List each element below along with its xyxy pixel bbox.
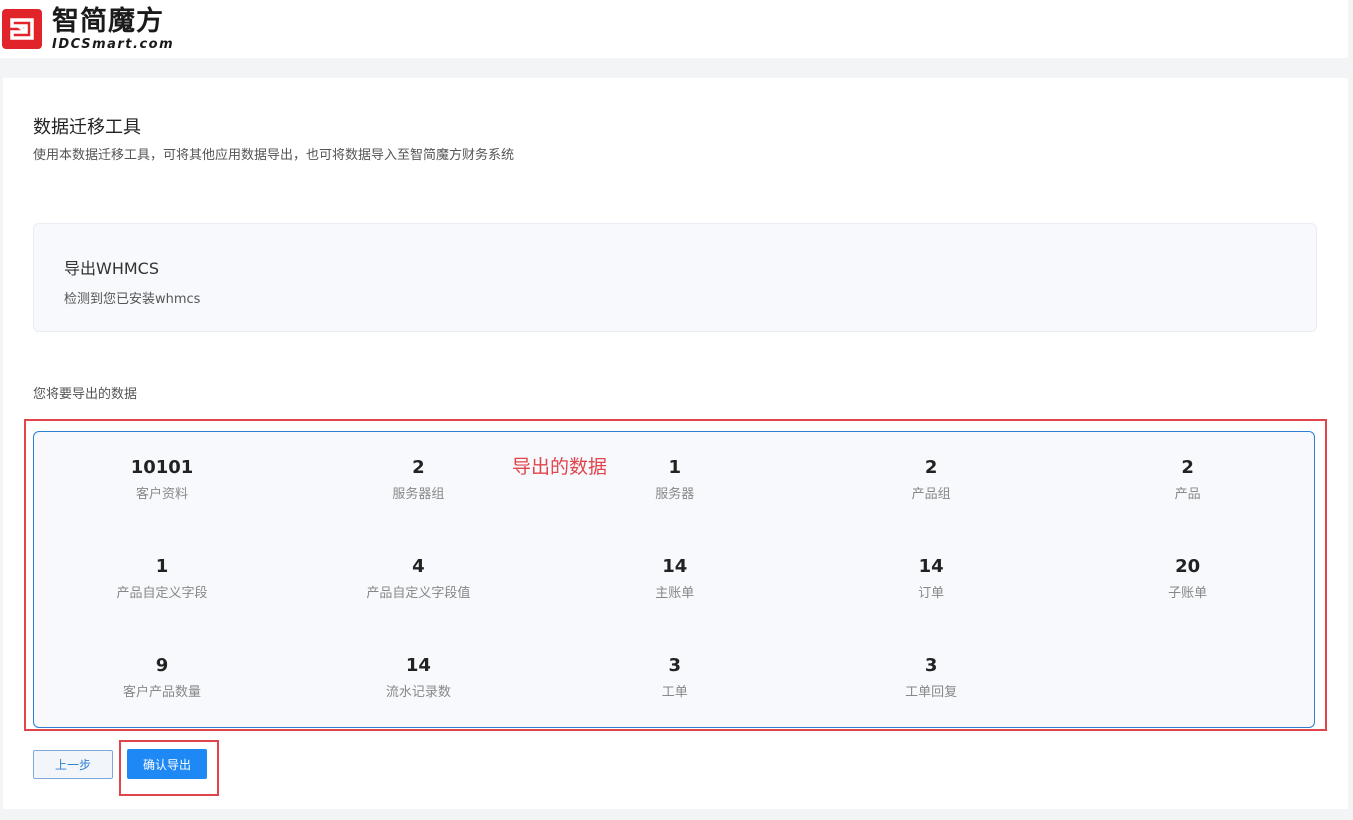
export-stat-item: 1 服务器 (547, 456, 803, 502)
export-stat-label: 客户资料 (135, 487, 188, 502)
page-description: 使用本数据迁移工具，可将其他应用数据导出，也可将数据导入至智简魔方财务系统 (33, 148, 515, 163)
prev-step-button[interactable]: 上一步 (33, 750, 113, 779)
export-stat-value: 4 (412, 556, 425, 577)
export-stat-item: 14 订单 (803, 555, 1059, 601)
page-title: 数据迁移工具 (33, 117, 141, 138)
export-stat-item: 14 流水记录数 (290, 654, 546, 700)
info-description: 检测到您已安装whmcs (64, 292, 201, 307)
export-stat-label: 服务器组 (392, 487, 445, 502)
export-stat-value: 2 (924, 457, 938, 478)
brand-logo[interactable]: 智简魔方 IDCSmart.com (2, 5, 175, 52)
top-bar: 智简魔方 IDCSmart.com (0, 0, 1348, 58)
confirm-export-button[interactable]: 确认导出 (127, 749, 207, 779)
export-stat-label: 产品 (1174, 487, 1201, 502)
export-stat-label: 服务器 (655, 487, 695, 502)
export-stat-item: 10101 客户资料 (34, 456, 290, 502)
export-stats-grid: 10101 客户资料 2 服务器组 1 服务器 2 产品组 2 产品 1 产品自定义字段 4 产品自定义字… (34, 432, 1314, 727)
export-stat-label: 客户产品数量 (122, 685, 201, 700)
export-stat-item: 2 产品组 (803, 456, 1059, 502)
export-stat-item: 3 工单 (547, 654, 803, 700)
export-stat-value: 14 (918, 556, 944, 577)
export-stat-label: 流水记录数 (385, 685, 451, 700)
export-stat-item: 14 主账单 (547, 555, 803, 601)
export-stat-value: 9 (155, 655, 169, 676)
export-stat-label: 工单 (661, 685, 688, 700)
export-section-label: 您将要导出的数据 (33, 387, 138, 402)
export-stat-value: 1 (155, 556, 169, 577)
export-stat-item: 2 服务器组 (290, 456, 546, 502)
export-stat-value: 1 (668, 457, 682, 478)
export-stat-item: 20 子账单 (1060, 555, 1316, 601)
export-stat-label: 产品自定义字段 (116, 586, 208, 601)
export-stat-label: 产品自定义字段值 (366, 586, 471, 601)
export-data-box: 导出的数据 10101 客户资料 2 服务器组 1 服务器 2 产品组 2 产品 1 产品自定义字段 4… (33, 431, 1315, 728)
export-stat-item: 9 客户产品数量 (34, 654, 290, 700)
export-stat-value: 14 (662, 556, 688, 577)
export-stat-label: 订单 (918, 586, 945, 601)
export-stat-value: 20 (1175, 556, 1201, 577)
main-card: 数据迁移工具 使用本数据迁移工具，可将其他应用数据导出，也可将数据导入至智简魔方… (3, 78, 1348, 809)
info-title: 导出WHMCS (64, 259, 159, 278)
whmcs-info-box: 导出WHMCS 检测到您已安装whmcs (33, 223, 1317, 332)
export-stat-item: 4 产品自定义字段值 (290, 555, 546, 601)
export-stat-label: 主账单 (655, 586, 695, 601)
export-stat-label: 工单回复 (905, 685, 958, 700)
export-stat-value: 2 (412, 457, 425, 478)
export-stat-value: 10101 (130, 457, 194, 478)
export-stat-value: 3 (668, 655, 682, 676)
brand-name-en: IDCSmart.com (52, 36, 175, 52)
export-stat-item: 3 工单回复 (803, 654, 1059, 700)
export-stat-item: 2 产品 (1060, 456, 1316, 502)
brand-name-cn: 智简魔方 (52, 5, 164, 37)
export-stat-label: 子账单 (1168, 586, 1208, 601)
export-stat-item: 1 产品自定义字段 (34, 555, 290, 601)
export-stat-label: 产品组 (911, 487, 951, 502)
brand-logo-icon (2, 9, 42, 49)
export-stat-value: 2 (1181, 457, 1194, 478)
export-stat-value: 14 (405, 655, 431, 676)
export-stat-value: 3 (924, 655, 938, 676)
